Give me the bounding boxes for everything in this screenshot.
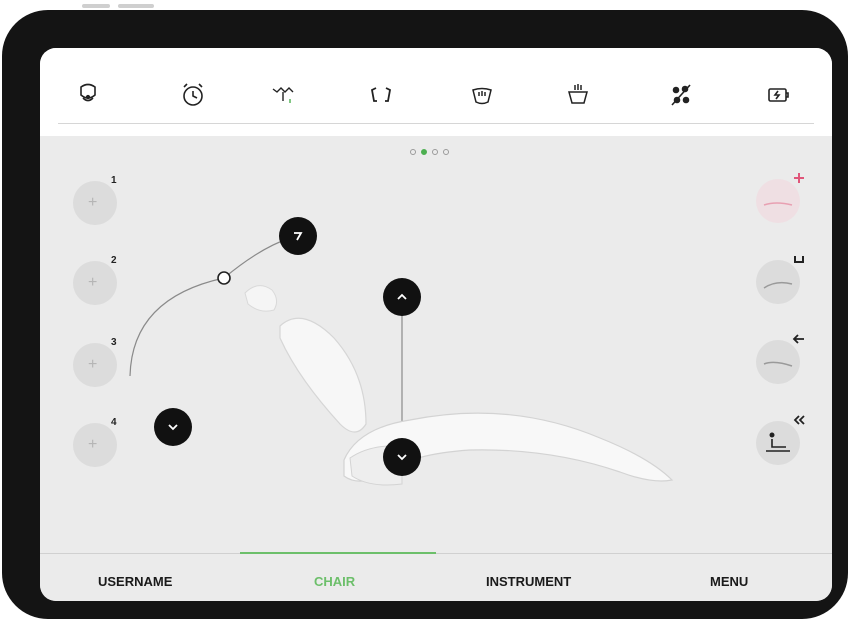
backrest-angle-handle[interactable] (217, 271, 231, 285)
water-spray-off-icon[interactable] (666, 80, 696, 110)
exit-position-button[interactable] (756, 334, 804, 384)
chair-position-icon (763, 202, 793, 206)
top-toolbar (40, 48, 832, 136)
patient-seated-icon (766, 432, 790, 452)
cup-icon (794, 256, 804, 263)
add-position-button[interactable] (756, 173, 804, 223)
app-screen: + 1 + 2 + 3 + 4 USERNAME CHAIR INSTRUMEN… (40, 48, 832, 601)
battery-icon[interactable] (763, 80, 793, 110)
headrest-icon[interactable] (73, 80, 103, 110)
chair-position-icon (763, 361, 793, 367)
double-chevron-left-icon (793, 415, 805, 425)
reset-position-button[interactable] (756, 415, 805, 465)
tab-instrument[interactable]: INSTRUMENT (486, 574, 571, 589)
tilt-up-icon (294, 232, 303, 241)
bottom-tab-bar: USERNAME CHAIR INSTRUMENT MENU (40, 552, 832, 601)
rinse-position-button[interactable] (756, 256, 804, 304)
arrow-left-icon (792, 334, 804, 344)
water-cup-icon[interactable] (467, 80, 497, 110)
tab-username[interactable]: USERNAME (98, 574, 172, 589)
active-tab-indicator (240, 552, 436, 554)
chevron-down-icon (397, 454, 407, 461)
chair-illustration (129, 237, 674, 486)
basin-rinse-icon[interactable] (563, 80, 593, 110)
bracket-icon[interactable] (366, 80, 396, 110)
chevron-up-icon (397, 293, 407, 300)
plus-icon (794, 173, 804, 183)
chair-position-icon (763, 281, 793, 289)
backrest-up-button[interactable] (279, 217, 317, 255)
tab-chair[interactable]: CHAIR (314, 574, 355, 589)
backrest-down-button[interactable] (154, 408, 192, 446)
chair-lower-button[interactable] (383, 438, 421, 476)
tooth-light-icon[interactable] (268, 80, 298, 110)
chair-raise-button[interactable] (383, 278, 421, 316)
volume-button (118, 4, 154, 8)
tab-menu[interactable]: MENU (710, 574, 748, 589)
chair-backrest (279, 317, 367, 433)
volume-button (82, 4, 110, 8)
chevron-down-icon (168, 424, 178, 431)
alarm-clock-icon[interactable] (178, 80, 208, 110)
tablet-frame: + 1 + 2 + 3 + 4 USERNAME CHAIR INSTRUMEN… (2, 4, 848, 619)
chair-headrest (244, 285, 278, 312)
toolbar-divider (58, 123, 814, 124)
